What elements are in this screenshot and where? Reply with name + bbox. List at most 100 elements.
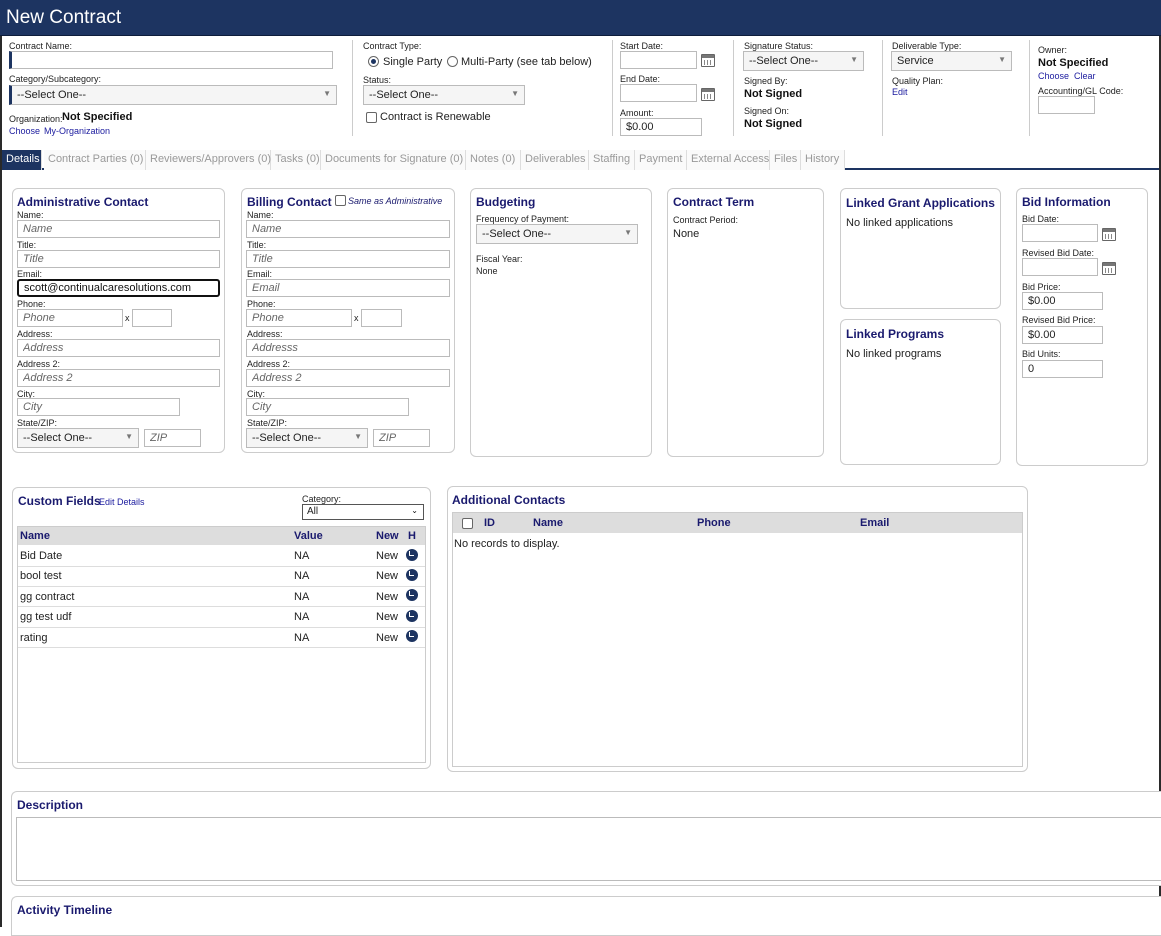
chevron-down-icon: ▼ [850,55,858,64]
amount-input[interactable] [620,118,702,136]
history-clock-icon[interactable] [406,630,418,642]
quality-plan-edit-link[interactable]: Edit [892,87,908,97]
billing-phone-label: Phone: [247,299,276,309]
admin-address2-label: Address 2: [17,359,61,369]
bid-date-input[interactable] [1022,224,1098,242]
history-clock-icon[interactable] [406,610,418,622]
edit-details-link[interactable]: Edit Details [99,497,145,507]
calendar-icon[interactable] [701,54,715,67]
revised-bid-price-input[interactable] [1022,326,1103,344]
status-select[interactable]: --Select One-- ▼ [363,85,525,105]
admin-email-label: Email: [17,269,43,279]
table-row[interactable]: rating NA New [18,628,425,648]
tab-tasks[interactable]: Tasks (0) [271,150,321,170]
owner-choose-link[interactable]: Choose [1038,71,1069,81]
tab-payment[interactable]: Payment [635,150,687,170]
bid-units-input[interactable] [1022,360,1103,378]
row-value: NA [294,550,310,562]
billing-address2-input[interactable] [246,369,450,387]
tab-documents-for-signature[interactable]: Documents for Signature (0) [321,150,466,170]
tab-contract-parties[interactable]: Contract Parties (0) [44,150,146,170]
col-email[interactable]: Email [860,517,889,529]
select-all-checkbox[interactable] [462,518,473,529]
table-row[interactable]: bool test NA New [18,567,425,587]
row-new: New [376,632,399,644]
bid-price-input[interactable] [1022,292,1103,310]
category-filter-select[interactable]: All ⌄ [302,504,424,520]
gl-code-input[interactable] [1038,96,1095,114]
same-as-admin-checkbox[interactable] [335,195,346,206]
table-row[interactable]: gg test udf NA New [18,608,425,628]
col-value[interactable]: Value [294,530,323,542]
col-id[interactable]: ID [484,517,495,529]
contract-name-input[interactable] [9,51,333,69]
billing-name-input[interactable] [246,220,450,238]
deliverable-type-select[interactable]: Service ▼ [891,51,1012,71]
revised-bid-date-input[interactable] [1022,258,1098,276]
billing-state-select[interactable]: --Select One-- ▼ [246,428,368,448]
col-h[interactable]: H [408,530,416,542]
table-row[interactable]: Bid Date NA New [18,547,425,567]
multi-party-radio[interactable] [447,56,458,67]
admin-email-input[interactable] [17,279,220,297]
calendar-icon[interactable] [1102,262,1116,275]
category-select[interactable]: --Select One-- ▼ [9,85,337,105]
chevron-down-icon: ▼ [998,55,1006,64]
admin-state-select[interactable]: --Select One-- ▼ [17,428,139,448]
admin-address-input[interactable] [17,339,220,357]
admin-phone-input[interactable] [17,309,123,327]
tab-external-access[interactable]: External Access [687,150,770,170]
signature-status-label: Signature Status: [744,41,814,51]
frequency-select[interactable]: --Select One-- ▼ [476,224,638,244]
org-choose-link[interactable]: Choose [9,126,40,136]
admin-city-input[interactable] [17,398,180,416]
end-date-label: End Date: [620,74,661,84]
table-row[interactable]: gg contract NA New [18,587,425,607]
row-name: bool test [20,570,62,582]
admin-name-input[interactable] [17,220,220,238]
billing-phone-input[interactable] [246,309,352,327]
col-name[interactable]: Name [20,530,50,542]
tab-staffing[interactable]: Staffing [589,150,635,170]
tab-details[interactable]: Details [2,150,42,170]
billing-title-input[interactable] [246,250,450,268]
tab-files[interactable]: Files [770,150,801,170]
history-clock-icon[interactable] [406,549,418,561]
tab-notes[interactable]: Notes (0) [466,150,521,170]
single-party-radio[interactable] [368,56,379,67]
billing-city-input[interactable] [246,398,409,416]
tab-deliverables[interactable]: Deliverables [521,150,589,170]
billing-email-input[interactable] [246,279,450,297]
history-clock-icon[interactable] [406,589,418,601]
signature-status-select[interactable]: --Select One-- ▼ [743,51,864,71]
billing-zip-input[interactable] [373,429,430,447]
col-new[interactable]: New [376,530,399,542]
col-phone[interactable]: Phone [697,517,731,529]
billing-ext-input[interactable] [361,309,402,327]
admin-title-input[interactable] [17,250,220,268]
org-my-link[interactable]: My-Organization [44,126,110,136]
billing-ext-x: x [354,313,359,323]
tab-history[interactable]: History [801,150,845,170]
end-date-input[interactable] [620,84,697,102]
renewable-checkbox[interactable] [366,112,377,123]
description-textarea[interactable] [16,817,1161,881]
start-date-input[interactable] [620,51,697,69]
bid-info-title: Bid Information [1022,195,1111,209]
col-name[interactable]: Name [533,517,563,529]
calendar-icon[interactable] [701,88,715,101]
history-clock-icon[interactable] [406,569,418,581]
calendar-icon[interactable] [1102,228,1116,241]
row-value: NA [294,632,310,644]
quality-plan-label: Quality Plan: [892,76,944,86]
admin-zip-input[interactable] [144,429,201,447]
billing-state-label: State/ZIP: [247,418,288,428]
admin-ext-input[interactable] [132,309,172,327]
billing-address-input[interactable] [246,339,450,357]
status-select-value: --Select One-- [369,89,439,101]
tab-reviewers-approvers[interactable]: Reviewers/Approvers (0) [146,150,271,170]
owner-clear-link[interactable]: Clear [1074,71,1096,81]
admin-address2-input[interactable] [17,369,220,387]
divider [733,40,734,136]
signature-status-value: --Select One-- [749,55,819,67]
